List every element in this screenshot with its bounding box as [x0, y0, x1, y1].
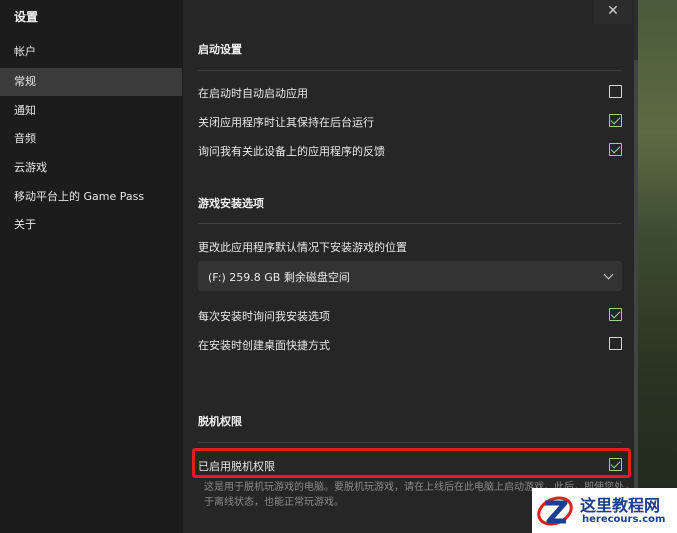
option-label-ask-install-options: 每次安装时询问我安装选项 — [198, 310, 330, 323]
watermark: 这里教程网 herecours.com — [532, 488, 677, 533]
chevron-down-icon — [603, 269, 614, 280]
option-label-desktop-shortcut: 在安装时创建桌面快捷方式 — [198, 339, 330, 352]
divider — [198, 442, 622, 443]
install-drive-value: (F:) 259.8 GB 剩余磁盘空间 — [208, 271, 350, 284]
section-title-install: 游戏安装选项 — [198, 197, 264, 210]
sidebar-item-general[interactable]: 常规 — [0, 68, 182, 96]
option-label-keep-background: 关闭应用程序时让其保持在后台运行 — [198, 116, 374, 129]
settings-title: 设置 — [14, 10, 39, 24]
section-title-offline: 脱机权限 — [198, 415, 242, 428]
sidebar-item-cloud-gaming[interactable]: 云游戏 — [0, 154, 182, 182]
section-title-startup: 启动设置 — [198, 43, 242, 56]
checkbox-ask-feedback[interactable] — [609, 143, 622, 156]
close-button[interactable]: ✕ — [594, 0, 632, 24]
background-art — [638, 0, 677, 533]
watermark-logo-icon — [537, 496, 573, 526]
checkbox-offline-enabled[interactable] — [609, 458, 622, 471]
checkbox-ask-install-options[interactable] — [609, 308, 622, 321]
sidebar-item-notifications[interactable]: 通知 — [0, 97, 182, 125]
settings-sidebar: 设置 帐户 常规 通知 音频 云游戏 移动平台上的 Game Pass 关于 — [0, 0, 183, 533]
sidebar-item-about[interactable]: 关于 — [0, 211, 182, 239]
install-drive-select[interactable]: (F:) 259.8 GB 剩余磁盘空间 — [198, 261, 622, 291]
divider — [198, 70, 622, 71]
sidebar-item-account[interactable]: 帐户 — [0, 38, 182, 66]
checkbox-auto-start[interactable] — [609, 85, 622, 98]
checkbox-desktop-shortcut[interactable] — [609, 337, 622, 350]
divider — [198, 223, 622, 224]
option-label-ask-feedback: 询问我有关此设备上的应用程序的反馈 — [198, 145, 385, 158]
option-label-offline-enabled: 已启用脱机权限 — [198, 460, 275, 473]
sidebar-item-audio[interactable]: 音频 — [0, 125, 182, 153]
install-location-label: 更改此应用程序默认情况下安装游戏的位置 — [198, 241, 407, 254]
watermark-url: herecours.com — [582, 514, 666, 525]
watermark-title: 这里教程网 — [580, 496, 661, 515]
checkbox-keep-background[interactable] — [609, 114, 622, 127]
option-label-auto-start: 在启动时自动启动应用 — [198, 87, 308, 100]
sidebar-item-mobile-game-pass[interactable]: 移动平台上的 Game Pass — [0, 183, 182, 211]
